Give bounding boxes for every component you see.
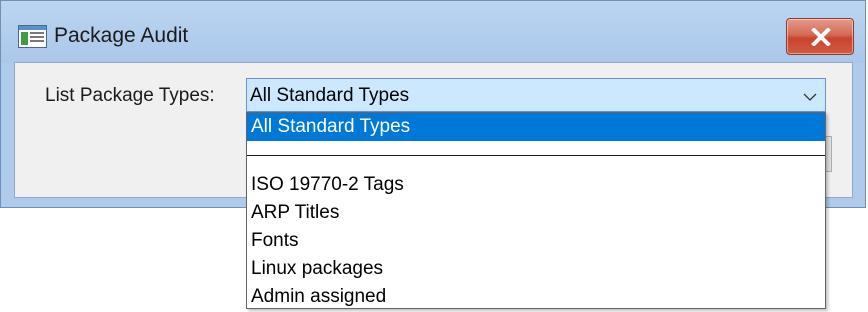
dropdown-option[interactable]: Linux packages (247, 255, 825, 283)
chevron-down-icon (803, 89, 817, 107)
select-current-value: All Standard Types (250, 85, 410, 106)
dropdown-separator (247, 155, 825, 156)
close-icon (811, 28, 831, 46)
dropdown-option[interactable]: Fonts (247, 227, 825, 255)
window-title: Package Audit (54, 24, 189, 47)
package-types-select[interactable]: All Standard Types (246, 78, 826, 112)
dropdown-option[interactable]: Admin assigned (247, 283, 825, 311)
title-bar[interactable]: Package Audit (1, 1, 865, 63)
screen: Package Audit List Package Types: All St… (0, 0, 868, 312)
dropdown-option-blank[interactable] (247, 127, 825, 155)
package-types-dropdown-list: All Standard Types ISO 19770-2 Tags ARP … (246, 112, 826, 309)
close-button[interactable] (786, 18, 854, 55)
package-types-label: List Package Types: (45, 85, 215, 106)
obscured-button[interactable] (826, 136, 832, 172)
window-app-icon (18, 25, 47, 48)
dropdown-option[interactable]: ISO 19770-2 Tags (247, 171, 825, 199)
dropdown-option[interactable]: ARP Titles (247, 199, 825, 227)
